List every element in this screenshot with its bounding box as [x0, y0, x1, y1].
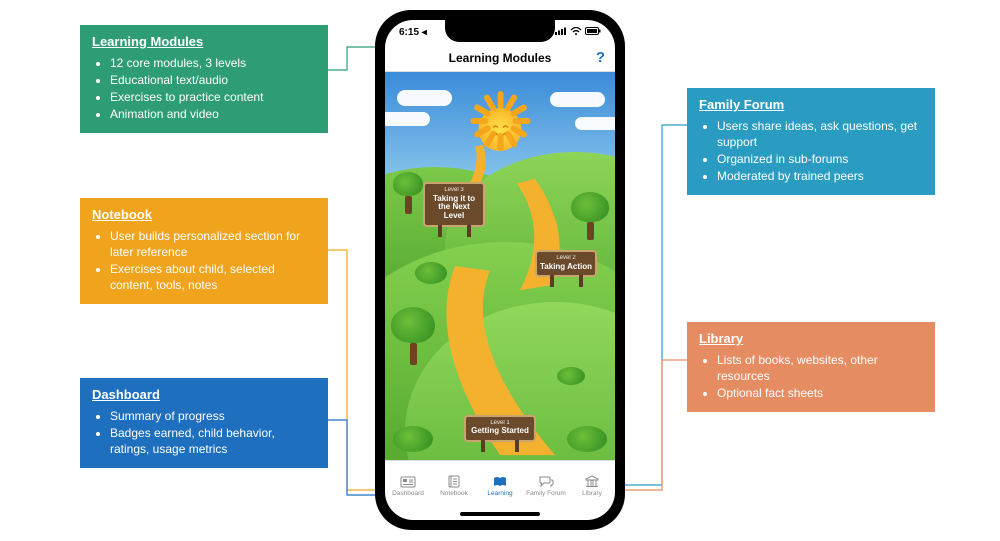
callout-family-forum: Family Forum Users share ideas, ask ques… — [687, 88, 935, 195]
sign-level: Level 2 — [539, 255, 593, 262]
signal-icon — [555, 27, 567, 38]
callout-item: Badges earned, child behavior, ratings, … — [110, 425, 316, 457]
page-title: Learning Modules — [449, 51, 552, 65]
battery-icon — [585, 27, 601, 38]
app-header: Learning Modules ? — [385, 44, 615, 72]
callout-title: Notebook — [92, 206, 316, 224]
callout-item: Exercises to practice content — [110, 89, 316, 105]
callout-item: Animation and video — [110, 106, 316, 122]
callout-title: Learning Modules — [92, 33, 316, 51]
callout-item: Summary of progress — [110, 408, 316, 424]
tab-family-forum[interactable]: Family Forum — [523, 461, 569, 510]
callout-notebook: Notebook User builds personalized sectio… — [80, 198, 328, 304]
level-sign-2[interactable]: Level 2 Taking Action — [535, 250, 597, 277]
callout-item: Organized in sub-forums — [717, 151, 923, 167]
tab-label: Family Forum — [526, 490, 566, 497]
sign-level: Level 1 — [468, 420, 532, 427]
callout-item: Optional fact sheets — [717, 385, 923, 401]
phone-mockup: 6:15 ◂ Learning Modules ? — [375, 10, 625, 530]
home-indicator — [460, 512, 540, 516]
help-button[interactable]: ? — [596, 49, 605, 66]
callout-item: Lists of books, websites, other resource… — [717, 352, 923, 384]
callout-title: Family Forum — [699, 96, 923, 114]
library-icon — [583, 475, 601, 489]
callout-title: Dashboard — [92, 386, 316, 404]
phone-screen: 6:15 ◂ Learning Modules ? — [385, 20, 615, 520]
tab-label: Dashboard — [392, 490, 424, 497]
callout-library: Library Lists of books, websites, other … — [687, 322, 935, 412]
tab-notebook[interactable]: Notebook — [431, 461, 477, 510]
notebook-icon — [445, 475, 463, 489]
tab-library[interactable]: Library — [569, 461, 615, 510]
dashboard-icon — [399, 475, 417, 489]
forum-icon — [537, 475, 555, 489]
sign-title: Taking Action — [539, 263, 593, 272]
status-icons — [555, 27, 601, 38]
tab-label: Learning — [487, 490, 512, 497]
callout-item: Educational text/audio — [110, 72, 316, 88]
level-sign-1[interactable]: Level 1 Getting Started — [464, 415, 536, 442]
callout-item: Users share ideas, ask questions, get su… — [717, 118, 923, 150]
status-time: 6:15 ◂ — [399, 27, 427, 38]
callout-item: 12 core modules, 3 levels — [110, 55, 316, 71]
phone-notch — [445, 20, 555, 42]
wifi-icon — [570, 27, 582, 38]
callout-title: Library — [699, 330, 923, 348]
callout-item: User builds personalized section for lat… — [110, 228, 316, 260]
sign-title: Taking it to the Next Level — [427, 195, 481, 221]
tab-label: Library — [582, 490, 602, 497]
tab-dashboard[interactable]: Dashboard — [385, 461, 431, 510]
sign-level: Level 3 — [427, 187, 481, 194]
callout-item: Moderated by trained peers — [717, 168, 923, 184]
tab-learning[interactable]: Learning — [477, 461, 523, 510]
callout-dashboard: Dashboard Summary of progress Badges ear… — [80, 378, 328, 468]
tab-bar: Dashboard Notebook Learning Family Forum — [385, 460, 615, 510]
tab-label: Notebook — [440, 490, 468, 497]
learning-icon — [491, 475, 509, 489]
callout-learning-modules: Learning Modules 12 core modules, 3 leve… — [80, 25, 328, 133]
level-sign-3[interactable]: Level 3 Taking it to the Next Level — [423, 182, 485, 227]
callout-item: Exercises about child, selected content,… — [110, 261, 316, 293]
sign-title: Getting Started — [468, 427, 532, 436]
illustration-scene: // sun rays document.addEventListener('D… — [385, 72, 615, 460]
